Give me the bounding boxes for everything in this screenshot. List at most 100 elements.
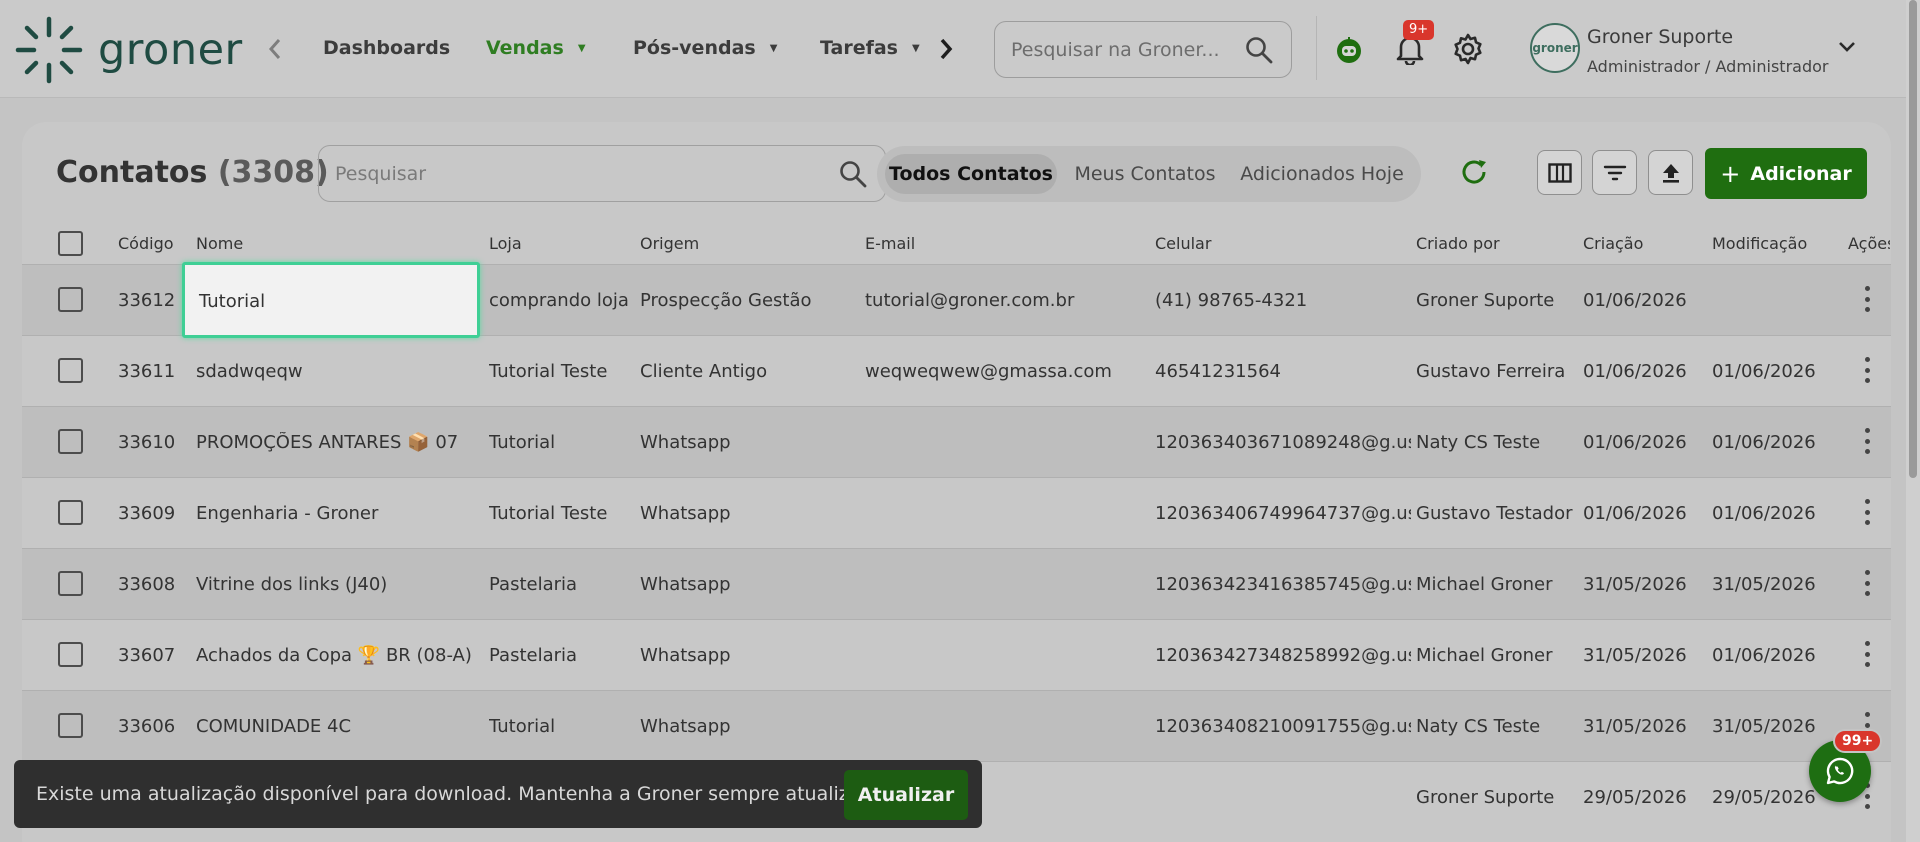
select-all-checkbox[interactable] [58, 231, 83, 256]
cell-criacao: 01/06/2026 [1583, 290, 1687, 311]
groner-logo-icon [15, 16, 83, 84]
user-avatar[interactable]: groner [1530, 23, 1580, 73]
table-row[interactable]: 33609 Engenharia - Groner Tutorial Teste Wh… [22, 477, 1891, 548]
dot [1864, 712, 1870, 717]
contacts-search-box[interactable] [318, 145, 886, 202]
table-row[interactable]: 33607 Achados da Copa 🏆 BR (08-A) Pastelar… [22, 619, 1891, 690]
column-header-nome[interactable]: Nome [196, 234, 243, 253]
cell-origem: Prospecção Gestão [640, 290, 812, 311]
whatsapp-badge: 99+ [1833, 729, 1883, 753]
assistant-bot-icon[interactable] [1334, 35, 1364, 65]
global-search-box[interactable] [994, 21, 1292, 78]
cell-criado-por: Groner Suporte [1416, 787, 1555, 808]
nav-prev-arrow-icon[interactable] [263, 34, 287, 64]
dot [1864, 499, 1870, 504]
user-role: Administrador / Administrador [1587, 57, 1829, 76]
row-actions-more-icon[interactable] [1864, 357, 1870, 383]
table-row[interactable]: 33608 Vitrine dos links (J40) Pastelaria Wh… [22, 548, 1891, 619]
column-header-email[interactable]: E-mail [865, 234, 915, 253]
tab-adicionados-hoje[interactable]: Adicionados Hoje [1231, 154, 1413, 194]
row-actions-more-icon[interactable] [1864, 286, 1870, 312]
toast-message: Existe uma atualização disponível para d… [36, 783, 892, 805]
plus-icon: + [1720, 159, 1741, 188]
row-actions-more-icon[interactable] [1864, 499, 1870, 525]
column-header-loja[interactable]: Loja [489, 234, 522, 253]
tab-meus-contatos[interactable]: Meus Contatos [1065, 154, 1225, 194]
scrollbar-thumb[interactable] [1909, 0, 1917, 478]
cell-criado-por: Naty CS Teste [1416, 432, 1541, 453]
user-menu-chevron-down-icon[interactable] [1836, 36, 1858, 62]
row-actions-more-icon[interactable] [1864, 570, 1870, 596]
column-header-codigo[interactable]: Código [118, 234, 174, 253]
caret-down-icon: ▼ [769, 42, 778, 54]
refresh-icon[interactable] [1459, 157, 1489, 191]
search-icon[interactable] [1245, 36, 1273, 68]
dot [1864, 286, 1870, 291]
cell-origem: Whatsapp [640, 503, 731, 524]
cell-criado-por: Naty CS Teste [1416, 716, 1541, 737]
table-row[interactable]: 33611 sdadwqeqw Tutorial Teste Cliente Anti… [22, 335, 1891, 406]
contacts-search-input[interactable] [335, 162, 795, 185]
groner-logo[interactable]: groner [14, 15, 243, 85]
filter-button[interactable] [1592, 150, 1637, 195]
update-button[interactable]: Atualizar [844, 770, 968, 820]
columns-icon [1547, 162, 1572, 183]
nav-tarefas-label: Tarefas [820, 37, 898, 59]
columns-button[interactable] [1537, 150, 1582, 195]
cell-origem: Whatsapp [640, 645, 731, 666]
search-icon[interactable] [839, 160, 867, 192]
column-header-origem[interactable]: Origem [640, 234, 699, 253]
dot [1864, 367, 1870, 373]
nav-next-arrow-icon[interactable] [934, 34, 958, 64]
dot [1864, 804, 1870, 809]
row-checkbox[interactable] [58, 571, 83, 596]
cell-origem: Cliente Antigo [640, 361, 768, 382]
logo-text: groner [98, 24, 243, 75]
dot [1864, 378, 1870, 383]
table-row[interactable]: 33606 COMUNIDADE 4C Tutorial Whatsapp 120363… [22, 690, 1891, 761]
cell-email: weqweqwew@gmassa.com [865, 361, 1112, 382]
cell-criacao: 31/05/2026 [1583, 645, 1687, 666]
cell-criacao: 31/05/2026 [1583, 716, 1687, 737]
row-checkbox[interactable] [58, 500, 83, 525]
nav-vendas[interactable]: Vendas ▼ [486, 37, 586, 59]
nav-pos-vendas[interactable]: Pós-vendas ▼ [633, 37, 777, 59]
tab-label: Todos Contatos [889, 163, 1053, 185]
row-checkbox[interactable] [58, 713, 83, 738]
column-header-criacao[interactable]: Criação [1583, 234, 1643, 253]
cell-codigo: 33608 [118, 574, 176, 595]
table-row[interactable]: 33610 PROMOÇÕES ANTARES 📦 07 Tutorial Whats… [22, 406, 1891, 477]
dot [1864, 580, 1870, 586]
add-contact-button[interactable]: + Adicionar [1705, 148, 1867, 199]
row-actions-more-icon[interactable] [1864, 428, 1870, 454]
nav-tarefas[interactable]: Tarefas ▼ [820, 37, 920, 59]
column-header-criado-por[interactable]: Criado por [1416, 234, 1500, 253]
page-scrollbar[interactable] [1906, 0, 1920, 842]
column-header-celular[interactable]: Celular [1155, 234, 1211, 253]
tab-label: Adicionados Hoje [1240, 163, 1404, 185]
tab-label: Meus Contatos [1074, 163, 1216, 185]
cell-modificacao: 01/06/2026 [1712, 361, 1816, 382]
row-checkbox[interactable] [58, 287, 83, 312]
settings-gear-icon[interactable] [1452, 33, 1484, 65]
global-search-input[interactable] [1011, 38, 1231, 61]
nav-dashboards[interactable]: Dashboards [323, 37, 450, 59]
nav-vendas-label: Vendas [486, 37, 564, 59]
row-checkbox[interactable] [58, 358, 83, 383]
cell-nome: Engenharia - Groner [196, 503, 379, 524]
row-actions-more-icon[interactable] [1864, 641, 1870, 667]
cell-codigo: 33612 [118, 290, 176, 311]
export-button[interactable] [1648, 150, 1693, 195]
row-checkbox[interactable] [58, 642, 83, 667]
dot [1864, 307, 1870, 312]
column-header-modificacao[interactable]: Modificação [1712, 234, 1807, 253]
row-checkbox[interactable] [58, 429, 83, 454]
cell-loja: Pastelaria [489, 574, 578, 595]
cell-criacao: 01/06/2026 [1583, 503, 1687, 524]
tab-todos-contatos[interactable]: Todos Contatos [885, 154, 1057, 194]
cell-codigo: 33610 [118, 432, 176, 453]
highlighted-name-cell[interactable]: Tutorial [182, 262, 480, 338]
nav-dashboards-label: Dashboards [323, 37, 451, 59]
user-name[interactable]: Groner Suporte [1587, 26, 1733, 48]
contacts-filter-tabs: Todos Contatos Meus Contatos Adicionados… [877, 146, 1421, 202]
